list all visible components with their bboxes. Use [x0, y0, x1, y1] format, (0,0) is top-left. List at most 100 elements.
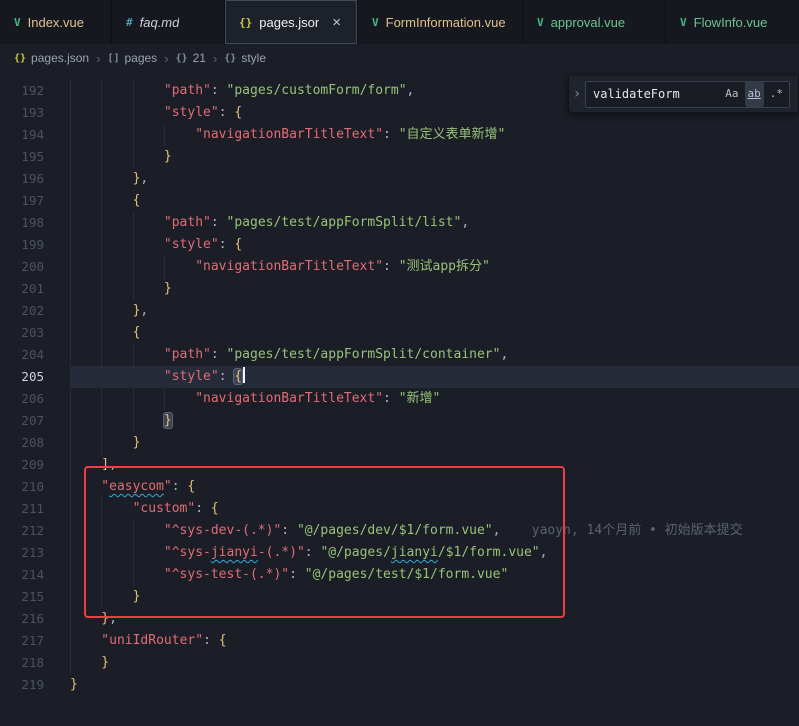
- code-line[interactable]: 219}: [0, 674, 799, 696]
- code-line[interactable]: 194 "navigationBarTitleText": "自定义表单新增": [0, 124, 799, 146]
- indent-guide: [70, 542, 101, 564]
- close-icon[interactable]: ×: [330, 15, 343, 30]
- tab-label: FormInformation.vue: [386, 15, 506, 30]
- indent-guide: [101, 542, 132, 564]
- code-line[interactable]: 197{: [0, 190, 799, 212]
- code-text: },: [70, 608, 799, 630]
- code-line[interactable]: 202},: [0, 300, 799, 322]
- code-text: }: [70, 278, 799, 300]
- code-token: jianyi: [391, 545, 438, 560]
- indent-guide: [101, 300, 132, 322]
- code-editor-window: V Index.vue # faq.md {} pages.json × V F…: [0, 0, 799, 726]
- line-number: 197: [0, 190, 44, 212]
- line-number: 219: [0, 674, 44, 696]
- chevron-right-icon[interactable]: ›: [569, 83, 585, 105]
- code-line[interactable]: 215}: [0, 586, 799, 608]
- indent-guide: [70, 234, 101, 256]
- indent-guide: [70, 498, 101, 520]
- match-case-toggle[interactable]: Aa: [722, 81, 741, 107]
- code-token: "pages/test/appFormSplit/container": [227, 347, 501, 362]
- code-line[interactable]: 208}: [0, 432, 799, 454]
- code-token: ,: [140, 171, 148, 186]
- code-token: :: [195, 501, 211, 516]
- code-text: },: [70, 168, 799, 190]
- code-token: ,: [540, 545, 548, 560]
- find-input-value: validateForm: [593, 83, 722, 105]
- code-line[interactable]: 205"style": {: [0, 366, 799, 388]
- indent-guide: [70, 80, 101, 102]
- tab-approval-vue[interactable]: V approval.vue: [523, 0, 666, 44]
- line-number: 218: [0, 652, 44, 674]
- code-line[interactable]: 218}: [0, 652, 799, 674]
- code-line[interactable]: 203{: [0, 322, 799, 344]
- code-text: }: [70, 652, 799, 674]
- breadcrumb-symbol-style[interactable]: {} style: [224, 51, 266, 65]
- code-line[interactable]: 211"custom": {: [0, 498, 799, 520]
- vue-icon: V: [537, 16, 544, 29]
- indent-guide: [164, 388, 195, 410]
- indent-guide: [70, 608, 101, 630]
- find-input[interactable]: validateForm Aa ab .*: [585, 81, 790, 108]
- tab-index-vue[interactable]: V Index.vue: [0, 0, 112, 44]
- code-text: "navigationBarTitleText": "自定义表单新增": [70, 124, 799, 146]
- indent-guide: [101, 278, 132, 300]
- code-line[interactable]: 210"easycom": {: [0, 476, 799, 498]
- code-line[interactable]: 195}: [0, 146, 799, 168]
- code-token: {: [234, 105, 242, 120]
- breadcrumb-separator: ›: [164, 51, 168, 66]
- breadcrumb-file[interactable]: {} pages.json: [14, 51, 89, 65]
- code-line[interactable]: 199"style": {: [0, 234, 799, 256]
- tab-pages-json[interactable]: {} pages.json ×: [225, 0, 358, 44]
- code-line[interactable]: 206"navigationBarTitleText": "新增": [0, 388, 799, 410]
- code-line[interactable]: 214"^sys-test-(.*)": "@/pages/test/$1/fo…: [0, 564, 799, 586]
- indent-guide: [101, 190, 132, 212]
- editor[interactable]: 192"path": "pages/customForm/form",193"s…: [0, 72, 799, 726]
- indent-guide: [70, 630, 101, 652]
- line-number: 216: [0, 608, 44, 630]
- tab-faq-md[interactable]: # faq.md: [112, 0, 225, 44]
- code-line[interactable]: 212"^sys-dev-(.*)": "@/pages/dev/$1/form…: [0, 520, 799, 542]
- code-line[interactable]: 213"^sys-jianyi-(.*)": "@/pages/jianyi/$…: [0, 542, 799, 564]
- indent-guide: [133, 542, 164, 564]
- code-token: ]: [101, 457, 109, 472]
- indent-guide: [70, 256, 101, 278]
- indent-guide: [133, 278, 164, 300]
- indent-guide: [101, 564, 132, 586]
- code-token: :: [211, 83, 227, 98]
- whole-word-toggle[interactable]: ab: [745, 81, 764, 107]
- find-widget: › validateForm Aa ab .*: [568, 76, 799, 113]
- indent-guide: [133, 80, 164, 102]
- code-line[interactable]: 200"navigationBarTitleText": "测试app拆分": [0, 256, 799, 278]
- indent-guide: [70, 564, 101, 586]
- code-token: "新增": [399, 391, 441, 406]
- code-line[interactable]: 217"uniIdRouter": {: [0, 630, 799, 652]
- code-token: :: [172, 479, 188, 494]
- code-line[interactable]: 204"path": "pages/test/appFormSplit/cont…: [0, 344, 799, 366]
- indent-guide: [101, 520, 132, 542]
- code-line[interactable]: 201}: [0, 278, 799, 300]
- code-line[interactable]: 216},: [0, 608, 799, 630]
- code-text: "^sys-dev-(.*)": "@/pages/dev/$1/form.vu…: [70, 520, 799, 542]
- code-line[interactable]: 196},: [0, 168, 799, 190]
- tab-flowinfo-vue[interactable]: V FlowInfo.vue: [666, 0, 799, 44]
- object-symbol-icon: {}: [176, 53, 188, 64]
- code-line[interactable]: 198"path": "pages/test/appFormSplit/list…: [0, 212, 799, 234]
- line-number: 211: [0, 498, 44, 520]
- line-number: 210: [0, 476, 44, 498]
- json-braces-icon: {}: [14, 53, 26, 64]
- code-token: {: [219, 633, 227, 648]
- code-token: "^sys-dev-(.*)": [164, 523, 281, 538]
- code-text: "^sys-test-(.*)": "@/pages/test/$1/form.…: [70, 564, 799, 586]
- line-number: 194: [0, 124, 44, 146]
- code-token: /$1/form.vue": [438, 545, 540, 560]
- tab-forminformation-vue[interactable]: V FormInformation.vue: [358, 0, 523, 44]
- indent-guide: [133, 366, 164, 388]
- breadcrumb-symbol-pages[interactable]: [] pages: [107, 51, 157, 65]
- breadcrumb-symbol-21[interactable]: {} 21: [176, 51, 206, 65]
- code-line[interactable]: 209],: [0, 454, 799, 476]
- code-token: "path": [164, 215, 211, 230]
- regex-toggle[interactable]: .*: [767, 81, 786, 107]
- code-token: :: [383, 391, 399, 406]
- code-line[interactable]: 207}: [0, 410, 799, 432]
- indent-guide: [101, 102, 132, 124]
